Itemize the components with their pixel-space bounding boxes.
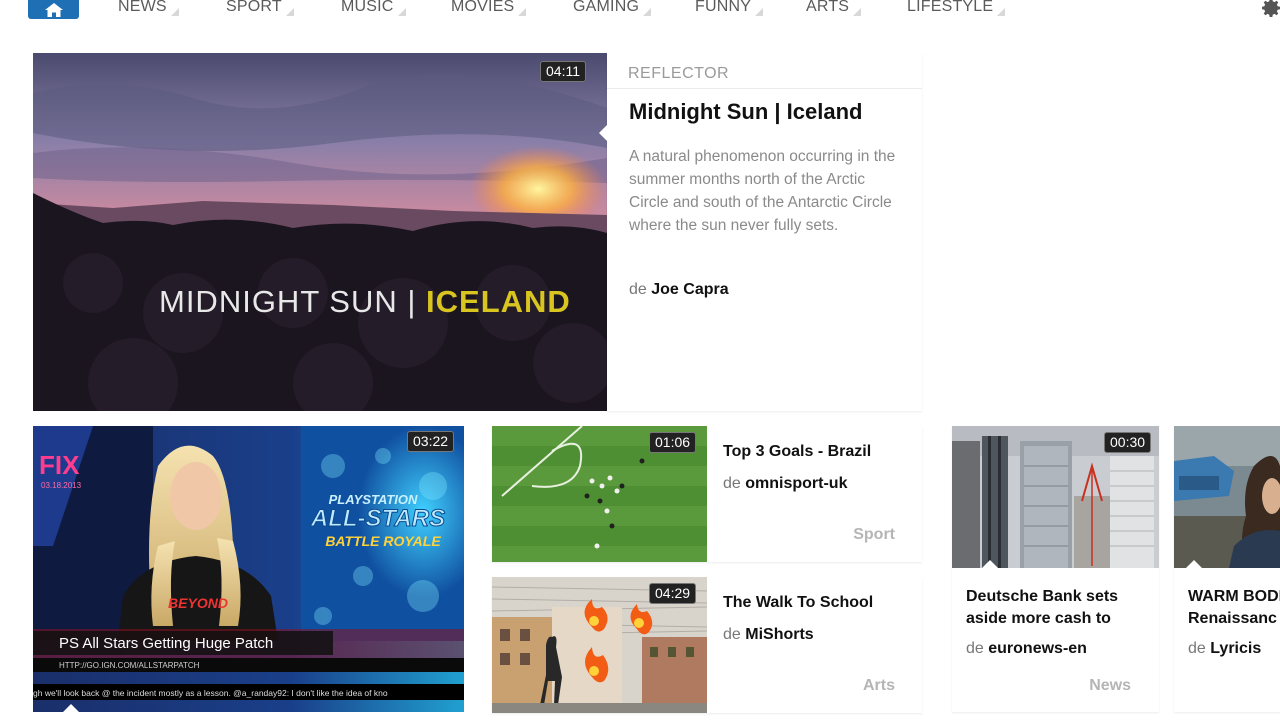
nav-gaming[interactable]: GAMING xyxy=(573,0,652,18)
gaming-video-image: FIX 03.18.2013 PLAYSTATION ALL-STARS BAT… xyxy=(33,426,464,712)
nav-movies[interactable]: MOVIES xyxy=(451,0,527,18)
category-label[interactable]: News xyxy=(1089,677,1131,695)
featured-video-card[interactable]: REFLECTOR Midnight Sun | Iceland A natur… xyxy=(599,53,922,411)
show-logo: FIX xyxy=(39,450,80,480)
gaming-video-thumbnail[interactable]: FIX 03.18.2013 PLAYSTATION ALL-STARS BAT… xyxy=(33,426,464,712)
by-label: de xyxy=(1188,640,1206,657)
home-icon xyxy=(44,2,63,17)
home-button[interactable] xyxy=(28,0,79,19)
category-label[interactable]: Sport xyxy=(853,526,895,544)
video-thumbnail[interactable] xyxy=(1174,426,1280,568)
video-author: de euronews-en xyxy=(966,640,1087,658)
svg-text:MIDNIGHT SUN | ICELAND: MIDNIGHT SUN | ICELAND xyxy=(159,284,571,319)
video-card[interactable]: WARM BODI Renaissanc de Lyricis xyxy=(1174,426,1280,712)
nav-sport[interactable]: SPORT xyxy=(226,0,294,18)
show-date: 03.18.2013 xyxy=(41,481,82,490)
author-link[interactable]: MiShorts xyxy=(745,626,813,643)
overlay-title-left: MIDNIGHT SUN | xyxy=(159,284,426,319)
duration-badge: 04:29 xyxy=(649,583,697,604)
featured-description: A natural phenomenon occurring in the su… xyxy=(629,148,896,234)
game-title-3: BATTLE ROYALE xyxy=(325,533,441,549)
warm-bodies-image xyxy=(1174,426,1280,568)
duration-badge: 00:30 xyxy=(1104,432,1152,453)
duration-badge: 04:11 xyxy=(540,61,586,82)
author-link[interactable]: Lyricis xyxy=(1210,640,1261,657)
source-label[interactable]: REFLECTOR xyxy=(628,65,729,83)
author-link[interactable]: euronews-en xyxy=(988,640,1087,657)
duration-badge: 01:06 xyxy=(649,432,697,453)
video-title[interactable]: The Walk To School xyxy=(723,594,873,612)
lower-third-url: HTTP://GO.IGN.COM/ALLSTARPATCH xyxy=(59,661,200,670)
video-author: de Lyricis xyxy=(1188,640,1261,658)
game-title-2: ALL-STARS xyxy=(310,505,445,532)
video-card[interactable]: 04:29 The Walk To School de MiShorts Art… xyxy=(492,577,922,713)
video-title[interactable]: WARM BODI Renaissanc xyxy=(1188,586,1280,630)
featured-title[interactable]: Midnight Sun | Iceland xyxy=(629,99,862,125)
top-navigation: NEWS SPORT MUSIC MOVIES GAMING FUNNY ART… xyxy=(0,0,1280,20)
midnight-sun-image: MIDNIGHT SUN | ICELAND xyxy=(33,53,607,411)
video-thumbnail[interactable]: 04:29 xyxy=(492,577,707,713)
nav-arts[interactable]: ARTS xyxy=(806,0,862,18)
source-bar: REFLECTOR xyxy=(607,53,922,89)
video-thumbnail[interactable]: 01:06 xyxy=(492,426,707,562)
thumb-pointer xyxy=(982,560,998,568)
video-card[interactable]: 00:30 Deutsche Bank sets aside more cash… xyxy=(952,426,1159,712)
video-card[interactable]: 01:06 Top 3 Goals - Brazil de omnisport-… xyxy=(492,426,922,562)
author-link[interactable]: omnisport-uk xyxy=(745,475,847,492)
thumb-pointer xyxy=(1186,560,1202,568)
featured-author: de Joe Capra xyxy=(629,281,729,299)
shirt-text: BEYOND xyxy=(168,595,228,611)
category-label[interactable]: Arts xyxy=(863,677,895,695)
overlay-title-right: ICELAND xyxy=(426,284,571,319)
thumb-pointer xyxy=(63,704,79,712)
nav-funny[interactable]: FUNNY xyxy=(695,0,764,18)
video-author: de MiShorts xyxy=(723,626,814,644)
lower-third-headline: PS All Stars Getting Huge Patch xyxy=(59,635,273,652)
duration-badge: 03:22 xyxy=(407,431,455,452)
video-title[interactable]: Deutsche Bank sets aside more cash to xyxy=(966,586,1151,630)
video-title[interactable]: Top 3 Goals - Brazil xyxy=(723,443,871,461)
nav-music[interactable]: MUSIC xyxy=(341,0,406,18)
by-label: de xyxy=(723,475,741,492)
by-label: de xyxy=(723,626,741,643)
news-ticker: gh we'll look back @ the incident mostly… xyxy=(33,688,388,698)
video-author: de omnisport-uk xyxy=(723,475,847,493)
gear-icon[interactable] xyxy=(1259,0,1280,20)
video-thumbnail[interactable]: 00:30 xyxy=(952,426,1159,568)
author-link[interactable]: Joe Capra xyxy=(651,281,728,298)
by-label: de xyxy=(966,640,984,657)
nav-news[interactable]: NEWS xyxy=(118,0,179,18)
card-pointer xyxy=(599,125,607,141)
by-label: de xyxy=(629,281,647,298)
nav-lifestyle[interactable]: LIFESTYLE xyxy=(907,0,1006,18)
featured-video-thumbnail[interactable]: MIDNIGHT SUN | ICELAND 04:11 xyxy=(33,53,607,411)
